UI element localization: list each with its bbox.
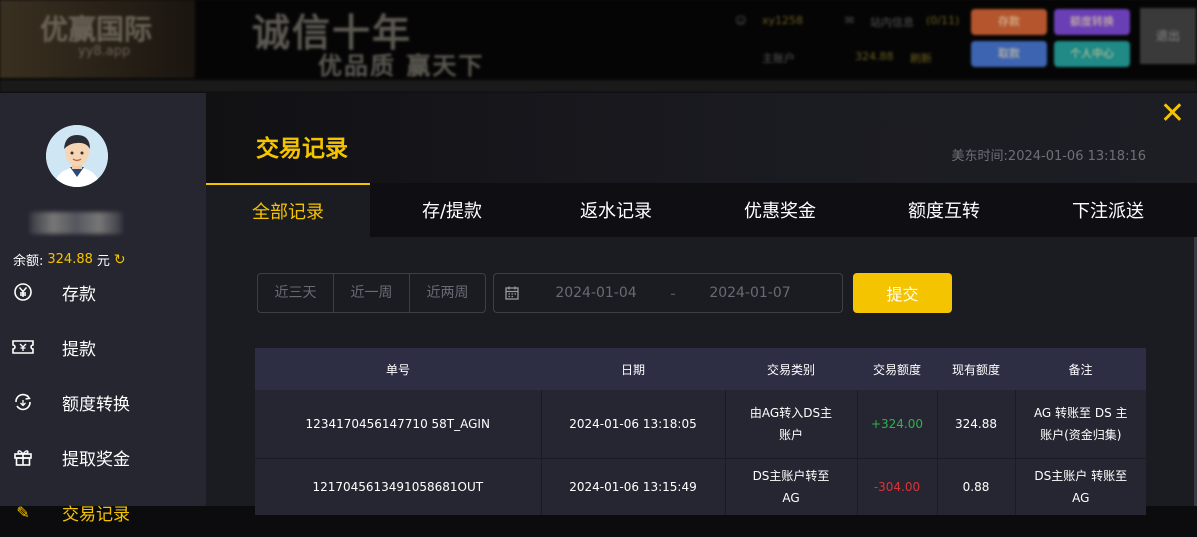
- balance-cell: 0.88: [937, 458, 1016, 515]
- account-sidebar: 余额: 324.88 元 ↻ 存款 提款 额度转换 提取奖金 ✎ 交易记录: [0, 93, 206, 525]
- bg-balance-label: 主账户: [762, 52, 795, 65]
- note-cell: AG 转账至 DS 主账户(资金归集): [1015, 390, 1146, 459]
- site-logo: 优赢国际 yy8.app: [0, 0, 195, 78]
- background-site-header: 优赢国际 yy8.app 诚信十年 优品质 赢天下 ☺ xy1258 ✉ 站内信…: [0, 0, 1197, 92]
- balance-value: 324.88: [47, 252, 93, 267]
- bg-refresh: 刷新: [910, 52, 932, 65]
- order-id-cell: 1217045613491058681OUT: [255, 458, 542, 515]
- eastern-time-value: 2024-01-06 13:18:16: [1007, 149, 1146, 164]
- table-row: 1217045613491058681OUT 2024-01-06 13:15:…: [255, 458, 1146, 515]
- date-cell: 2024-01-06 13:18:05: [541, 390, 726, 459]
- bg-withdraw-button: 取款: [971, 41, 1047, 67]
- site-logo-sub: yy8.app: [78, 44, 131, 59]
- column-header-order-id: 单号: [255, 348, 541, 390]
- sidebar-item-transfer[interactable]: 额度转换: [0, 377, 206, 427]
- column-header-balance: 现有额度: [937, 348, 1015, 390]
- tab-rebate[interactable]: 返水记录: [534, 183, 698, 237]
- end-date-input[interactable]: [688, 284, 812, 302]
- bg-transfer-button: 额度转换: [1054, 9, 1130, 35]
- range-1-week-button[interactable]: 近一周: [334, 274, 410, 312]
- records-panel: 交易记录 美东时间:2024-01-06 13:18:16 ✕ 全部记录 存/提…: [206, 93, 1197, 515]
- record-tabs: 全部记录 存/提款 返水记录 优惠奖金 额度互转 下注派送: [206, 183, 1197, 237]
- close-icon[interactable]: ✕: [1160, 99, 1185, 129]
- bg-username: xy1258: [762, 14, 804, 27]
- gift-icon: [12, 446, 34, 468]
- order-id-cell: 1234170456147710 58T_AGIN: [255, 390, 542, 459]
- note-cell: DS主账户 转账至 AG: [1015, 458, 1146, 515]
- sidebar-item-deposit[interactable]: 存款: [0, 267, 206, 317]
- sidebar-item-bonus[interactable]: 提取奖金: [0, 432, 206, 482]
- transactions-table: 单号 日期 交易类别 交易额度 现有额度 备注 1234170456147710…: [255, 348, 1146, 515]
- table-row: 1234170456147710 58T_AGIN 2024-01-06 13:…: [255, 390, 1146, 459]
- tab-bet-payout[interactable]: 下注派送: [1026, 183, 1190, 237]
- date-separator: -: [670, 283, 676, 303]
- range-3-days-button[interactable]: 近三天: [258, 274, 334, 312]
- calendar-icon: [504, 285, 520, 301]
- sidebar-item-label: 交易记录: [62, 504, 130, 525]
- table-header-row: 单号 日期 交易类别 交易额度 现有额度 备注: [255, 348, 1146, 390]
- amount-cell: -304.00: [857, 458, 938, 515]
- sidebar-item-label: 提取奖金: [62, 449, 130, 470]
- bg-balance: 324.88: [855, 50, 894, 63]
- refresh-icon[interactable]: ↻: [114, 252, 126, 268]
- amount-cell: +324.00: [857, 390, 938, 459]
- mail-icon: ✉: [845, 14, 855, 27]
- eastern-time: 美东时间:2024-01-06 13:18:16: [952, 145, 1146, 164]
- bg-logout-button: 退出: [1140, 8, 1196, 64]
- sidebar-item-withdraw[interactable]: 提款: [0, 322, 206, 372]
- sidebar-item-label: 存款: [62, 284, 96, 305]
- site-logo-text: 优赢国际: [40, 13, 153, 46]
- date-range-picker[interactable]: -: [493, 273, 843, 313]
- slogan-sub: 优品质 赢天下: [318, 51, 485, 80]
- date-cell: 2024-01-06 13:15:49: [541, 458, 726, 515]
- bg-nav-strip: [0, 80, 1197, 92]
- user-icon: ☺: [735, 14, 747, 27]
- exchange-icon: [12, 391, 34, 413]
- type-cell: 由AG转入DS主账户: [725, 390, 858, 459]
- submit-button[interactable]: 提交: [853, 273, 952, 313]
- type-cell: DS主账户转至AG: [725, 458, 858, 515]
- eastern-time-label: 美东时间:: [951, 149, 1008, 164]
- sidebar-item-records[interactable]: ✎ 交易记录: [0, 487, 206, 537]
- bg-deposit-button: 存款: [971, 9, 1047, 35]
- range-2-weeks-button[interactable]: 近两周: [410, 274, 485, 312]
- avatar: [46, 125, 108, 187]
- ticket-icon: [12, 336, 34, 358]
- username-blurred: [30, 212, 122, 234]
- start-date-input[interactable]: [534, 284, 658, 302]
- transaction-modal: 余额: 324.88 元 ↻ 存款 提款 额度转换 提取奖金 ✎ 交易记录 交易…: [0, 93, 1197, 525]
- tab-deposit-withdraw[interactable]: 存/提款: [370, 183, 534, 237]
- sidebar-item-label: 提款: [62, 339, 96, 360]
- tab-transfer[interactable]: 额度互转: [862, 183, 1026, 237]
- page-title: 交易记录: [256, 136, 348, 162]
- record-icon: ✎: [16, 502, 30, 522]
- title-bar: 交易记录 美东时间:2024-01-06 13:18:16 ✕: [206, 93, 1197, 183]
- date-range-presets: 近三天 近一周 近两周: [257, 273, 486, 313]
- tab-all-records[interactable]: 全部记录: [206, 183, 370, 237]
- sidebar-item-label: 额度转换: [62, 394, 130, 415]
- bg-message-count: (0/11): [926, 14, 960, 27]
- column-header-note: 备注: [1015, 348, 1146, 390]
- balance-cell: 324.88: [937, 390, 1016, 459]
- bg-profile-button: 个人中心: [1054, 41, 1130, 67]
- yen-coin-icon: [12, 281, 34, 303]
- column-header-type: 交易类别: [725, 348, 857, 390]
- tab-promotion-bonus[interactable]: 优惠奖金: [698, 183, 862, 237]
- column-header-date: 日期: [541, 348, 725, 390]
- column-header-amount: 交易额度: [857, 348, 937, 390]
- bg-messages: 站内信息: [870, 16, 914, 29]
